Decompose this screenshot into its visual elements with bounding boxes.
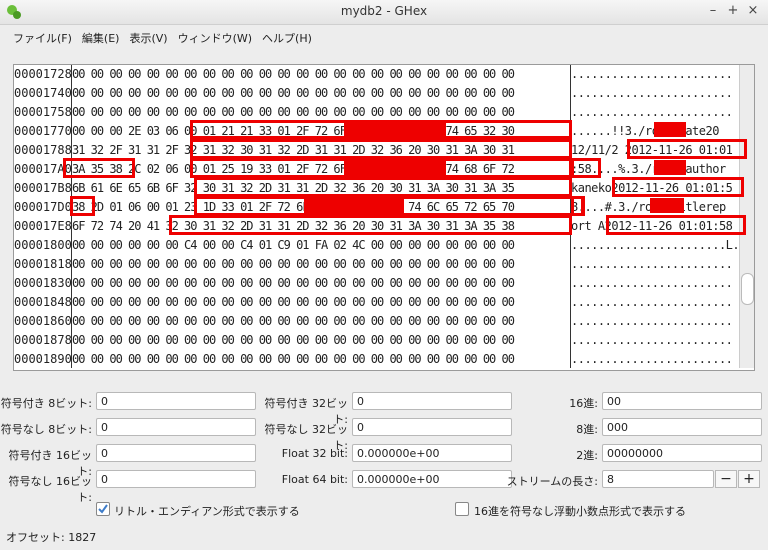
hex-row[interactable]: 00 00 00 00 00 00 C4 00 00 C4 01 C9 01 F… bbox=[72, 236, 570, 255]
offset-cell: 00001800 bbox=[14, 238, 71, 252]
vertical-scrollbar[interactable] bbox=[739, 65, 754, 368]
ascii-row[interactable]: kaneko2012-11-26 01:01:5 bbox=[571, 179, 739, 198]
label-f64: Float 64 bit: bbox=[281, 473, 348, 486]
offset-cell: 00001770 bbox=[14, 124, 71, 138]
menu-window[interactable]: ウィンドウ(W) bbox=[173, 30, 257, 48]
menu-file[interactable]: ファイル(F) bbox=[8, 30, 77, 48]
ascii-row[interactable]: ........................ bbox=[571, 274, 739, 293]
hex-row[interactable]: 6B 61 6E 65 6B 6F 32 30 31 32 2D 31 31 2… bbox=[72, 179, 570, 198]
field-u16[interactable]: 0 bbox=[96, 470, 256, 488]
label-bin: 2進: bbox=[576, 449, 598, 462]
decrement-button[interactable]: − bbox=[715, 470, 737, 488]
hex-row[interactable]: 00 00 00 00 00 00 00 00 00 00 00 00 00 0… bbox=[72, 84, 570, 103]
field-bin[interactable]: 00000000 bbox=[602, 444, 762, 462]
field-u8[interactable]: 0 bbox=[96, 418, 256, 436]
offset-cell: 000017B8 bbox=[14, 181, 71, 195]
hex-row[interactable]: 00 00 00 00 00 00 00 00 00 00 00 00 00 0… bbox=[72, 255, 570, 274]
offset-cell: 00001830 bbox=[14, 276, 71, 290]
field-u32[interactable]: 0 bbox=[352, 418, 512, 436]
checkmark-icon bbox=[98, 504, 108, 514]
hex-row[interactable]: 38 2D 01 06 00 01 23 1D 33 01 2F 72 6F 6… bbox=[72, 198, 570, 217]
close-button[interactable]: × bbox=[746, 3, 760, 19]
offset-cell: 00001758 bbox=[14, 105, 71, 119]
ascii-row[interactable]: .......................L. bbox=[571, 236, 739, 255]
hex-row[interactable]: 00 00 00 00 00 00 00 00 00 00 00 00 00 0… bbox=[72, 65, 570, 84]
offset-cell: 00001728 bbox=[14, 67, 71, 81]
offset-cell: 00001878 bbox=[14, 333, 71, 347]
status-offset: オフセット: 1827 bbox=[6, 531, 97, 544]
title-bar: mydb2 - GHex – + × bbox=[0, 0, 768, 25]
hex-row[interactable]: 6F 72 74 20 41 32 30 31 32 2D 31 31 2D 3… bbox=[72, 217, 570, 236]
label-stream-length: ストリームの長さ: bbox=[506, 475, 598, 488]
label-u8: 符号なし 8ビット: bbox=[0, 423, 92, 436]
hex-row[interactable]: 3A 35 38 2C 02 06 00 01 25 19 33 01 2F 7… bbox=[72, 160, 570, 179]
field-oct[interactable]: 000 bbox=[602, 418, 762, 436]
ascii-row[interactable]: ........................ bbox=[571, 293, 739, 312]
label-s8: 符号付き 8ビット: bbox=[0, 397, 92, 410]
hex-row[interactable]: 00 00 00 2E 03 06 00 01 21 21 33 01 2F 7… bbox=[72, 122, 570, 141]
ascii-row[interactable]: ........................ bbox=[571, 331, 739, 350]
offset-cell: 00001740 bbox=[14, 86, 71, 100]
hex-row[interactable]: 00 00 00 00 00 00 00 00 00 00 00 00 00 0… bbox=[72, 312, 570, 331]
unsigned-float-checkbox[interactable] bbox=[455, 502, 469, 516]
offset-cell: 00001848 bbox=[14, 295, 71, 309]
menu-bar: ファイル(F) 編集(E) 表示(V) ウィンドウ(W) ヘルプ(H) bbox=[0, 30, 317, 48]
hex-row[interactable]: 00 00 00 00 00 00 00 00 00 00 00 00 00 0… bbox=[72, 331, 570, 350]
hex-column[interactable]: 00 00 00 00 00 00 00 00 00 00 00 00 00 0… bbox=[72, 65, 571, 368]
little-endian-label: リトル・エンディアン形式で表示する bbox=[114, 505, 300, 518]
field-f64[interactable]: 0.000000e+00 bbox=[352, 470, 512, 488]
ascii-row[interactable]: ........................ bbox=[571, 255, 739, 274]
ascii-row[interactable]: ........................ bbox=[571, 312, 739, 331]
offset-cell: 00001860 bbox=[14, 314, 71, 328]
offset-column: 00001728 00001740 00001758 00001770 00001788… bbox=[14, 65, 72, 368]
offset-cell: 00001788 bbox=[14, 143, 71, 157]
stream-length-input[interactable]: 8 bbox=[602, 470, 714, 488]
ascii-row[interactable]: 12/11/2 2012-11-26 01:01 bbox=[571, 141, 739, 160]
field-hex[interactable]: 00 bbox=[602, 392, 762, 410]
menu-help[interactable]: ヘルプ(H) bbox=[257, 30, 317, 48]
hex-row[interactable]: 00 00 00 00 00 00 00 00 00 00 00 00 00 0… bbox=[72, 274, 570, 293]
hex-editor-panel[interactable]: 00001728 00001740 00001758 00001770 00001788… bbox=[13, 64, 755, 371]
unsigned-float-label: 16進を符号なし浮動小数点形式で表示する bbox=[474, 505, 686, 518]
field-f32[interactable]: 0.000000e+00 bbox=[352, 444, 512, 462]
hex-row[interactable]: 31 32 2F 31 31 2F 32 31 32 30 31 32 2D 3… bbox=[72, 141, 570, 160]
label-u16: 符号なし 16ビット: bbox=[8, 475, 93, 504]
label-f32: Float 32 bit: bbox=[281, 447, 348, 460]
offset-cell: 000017E8 bbox=[14, 219, 71, 233]
ascii-column[interactable]: ........................................… bbox=[571, 65, 739, 368]
field-s32[interactable]: 0 bbox=[352, 392, 512, 410]
ascii-row[interactable]: ......!!3./root/date20 bbox=[571, 122, 739, 141]
menu-edit[interactable]: 編集(E) bbox=[77, 30, 125, 48]
increment-button[interactable]: + bbox=[738, 470, 760, 488]
offset-cell: 000017A0 bbox=[14, 162, 71, 176]
label-hex: 16進: bbox=[569, 397, 598, 410]
little-endian-checkbox[interactable] bbox=[96, 502, 110, 516]
offset-cell: 00001818 bbox=[14, 257, 71, 271]
ascii-row[interactable]: ort A2012-11-26 01:01:58 bbox=[571, 217, 739, 236]
hex-row[interactable]: 00 00 00 00 00 00 00 00 00 00 00 00 00 0… bbox=[72, 293, 570, 312]
ascii-row[interactable]: :58....%.3./root/author bbox=[571, 160, 739, 179]
offset-cell: 00001890 bbox=[14, 352, 71, 366]
ascii-row[interactable]: ........................ bbox=[571, 350, 739, 369]
ascii-row[interactable]: ........................ bbox=[571, 103, 739, 122]
hex-row[interactable]: 00 00 00 00 00 00 00 00 00 00 00 00 00 0… bbox=[72, 350, 570, 369]
ascii-row[interactable]: ........................ bbox=[571, 65, 739, 84]
field-s8[interactable]: 0 bbox=[96, 392, 256, 410]
ascii-row[interactable]: ........................ bbox=[571, 84, 739, 103]
scrollbar-thumb[interactable] bbox=[741, 273, 754, 305]
offset-cell: 000017D0 bbox=[14, 200, 71, 214]
minimize-button[interactable]: – bbox=[706, 3, 720, 19]
menu-view[interactable]: 表示(V) bbox=[124, 30, 172, 48]
maximize-button[interactable]: + bbox=[726, 3, 740, 19]
window-title: mydb2 - GHex bbox=[340, 4, 428, 18]
label-oct: 8進: bbox=[576, 423, 598, 436]
ascii-row[interactable]: 8....#.3./root/titlerep bbox=[571, 198, 739, 217]
hex-row[interactable]: 00 00 00 00 00 00 00 00 00 00 00 00 00 0… bbox=[72, 103, 570, 122]
field-s16[interactable]: 0 bbox=[96, 444, 256, 462]
